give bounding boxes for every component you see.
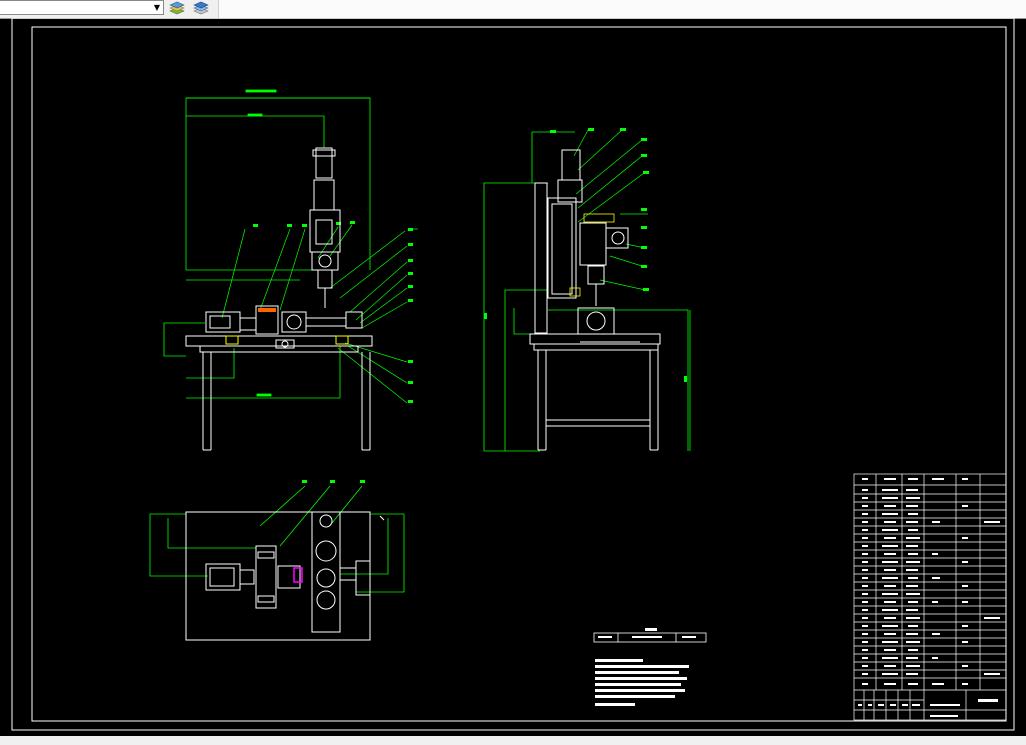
toolbar: ▼ bbox=[0, 0, 1026, 19]
layer-stack-icon[interactable] bbox=[192, 0, 210, 16]
parts-list-table bbox=[853, 473, 1007, 721]
highlight-part bbox=[293, 567, 303, 583]
inner-frame bbox=[31, 26, 1007, 722]
top-view bbox=[149, 480, 405, 641]
toolbar-empty-area bbox=[218, 0, 1026, 18]
drawing-canvas[interactable] bbox=[0, 18, 1026, 736]
parts-list-entries bbox=[858, 478, 1000, 717]
layer-dropdown[interactable]: ▼ bbox=[0, 0, 164, 15]
front-view bbox=[163, 89, 418, 451]
side-view bbox=[483, 128, 691, 452]
chevron-down-icon[interactable]: ▼ bbox=[154, 3, 160, 13]
layer-states-icon[interactable] bbox=[168, 0, 186, 16]
status-bar bbox=[0, 736, 1026, 745]
technical-notes bbox=[593, 628, 707, 706]
outer-frame bbox=[11, 18, 1015, 731]
